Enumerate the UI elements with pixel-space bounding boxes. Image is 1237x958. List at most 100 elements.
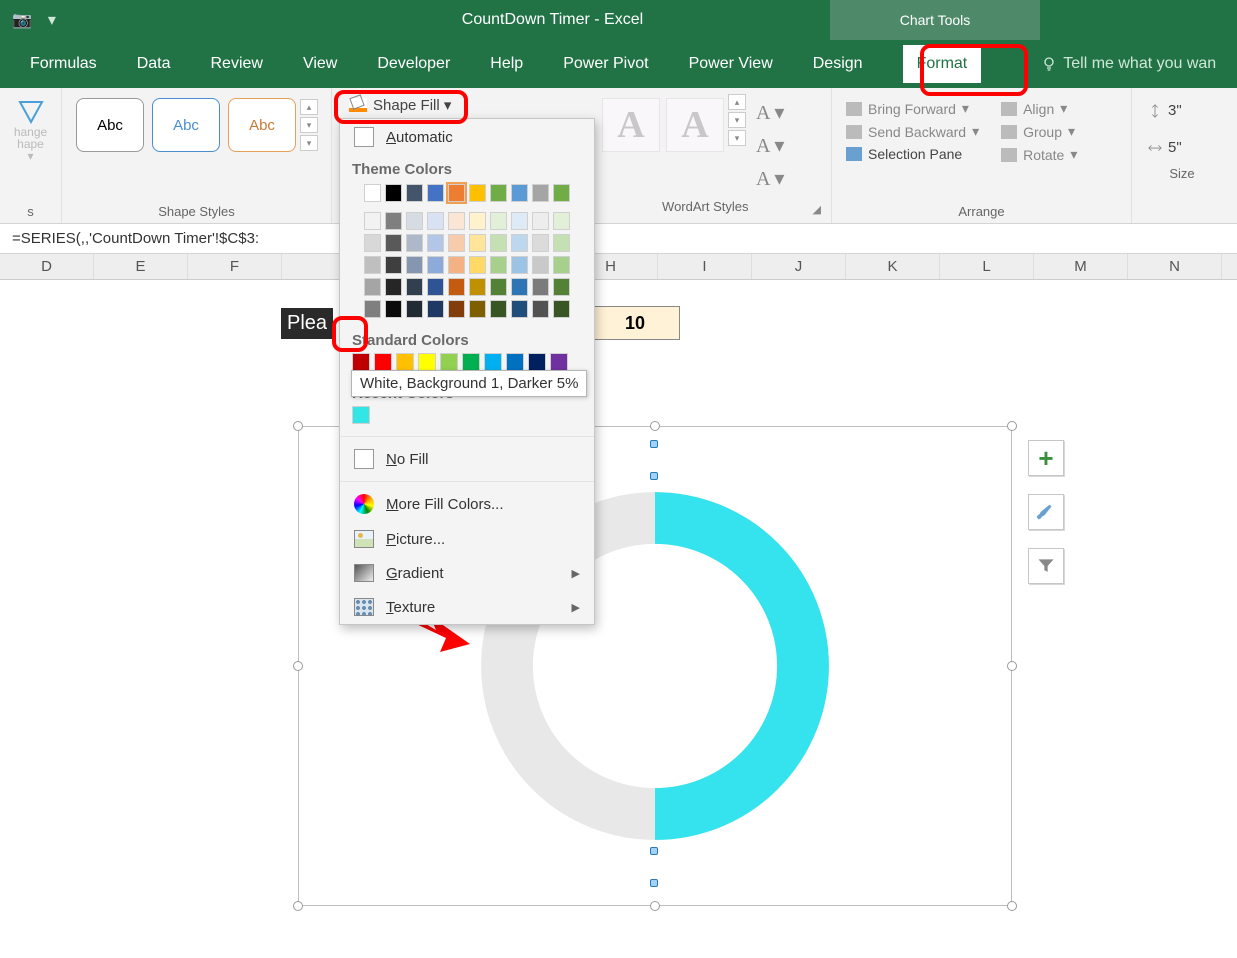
- resize-handle[interactable]: [293, 901, 303, 911]
- color-swatch[interactable]: [406, 212, 423, 230]
- worksheet-area[interactable]: Plea 10 +: [0, 280, 1237, 958]
- shape-width-input[interactable]: 5": [1148, 139, 1216, 156]
- color-swatch[interactable]: [511, 234, 528, 252]
- shape-height-input[interactable]: 3": [1148, 102, 1216, 119]
- color-swatch[interactable]: [553, 184, 570, 202]
- color-swatch[interactable]: [553, 278, 570, 296]
- wordart-dialog-launcher-icon[interactable]: ◢: [813, 203, 821, 216]
- color-swatch[interactable]: [553, 212, 570, 230]
- color-swatch[interactable]: [532, 300, 549, 318]
- color-swatch[interactable]: [385, 212, 402, 230]
- tab-power-view[interactable]: Power View: [689, 51, 773, 77]
- color-swatch[interactable]: [374, 353, 392, 371]
- shape-fill-button[interactable]: Shape Fill ▾: [341, 92, 461, 118]
- cell-countdown-value[interactable]: 10: [590, 306, 680, 340]
- shape-style-1[interactable]: Abc: [76, 98, 144, 152]
- more-fill-colors[interactable]: More Fill Colors...: [340, 486, 594, 522]
- datapoint-handle[interactable]: [650, 879, 658, 887]
- color-swatch[interactable]: [490, 300, 507, 318]
- color-swatch[interactable]: [532, 212, 549, 230]
- color-swatch[interactable]: [385, 234, 402, 252]
- color-swatch[interactable]: [550, 353, 568, 371]
- color-swatch[interactable]: [490, 212, 507, 230]
- text-effects-button[interactable]: A ▾: [750, 166, 790, 191]
- color-swatch[interactable]: [364, 278, 381, 296]
- col-E[interactable]: E: [94, 254, 188, 279]
- color-swatch[interactable]: [553, 234, 570, 252]
- color-swatch[interactable]: [469, 278, 486, 296]
- change-shape-button[interactable]: hangehape ▾: [10, 94, 51, 166]
- color-swatch[interactable]: [427, 278, 444, 296]
- wordart-scroll[interactable]: ▴▾▾: [728, 94, 748, 146]
- text-outline-button[interactable]: A ▾: [750, 133, 790, 158]
- resize-handle[interactable]: [293, 661, 303, 671]
- col-K[interactable]: K: [846, 254, 940, 279]
- color-swatch[interactable]: [469, 300, 486, 318]
- color-swatch[interactable]: [448, 234, 465, 252]
- color-swatch[interactable]: [406, 184, 423, 202]
- color-swatch[interactable]: [406, 300, 423, 318]
- column-headers[interactable]: D E F H I J K L M N: [0, 254, 1237, 280]
- color-swatch[interactable]: [490, 184, 507, 202]
- resize-handle[interactable]: [1007, 421, 1017, 431]
- resize-handle[interactable]: [1007, 901, 1017, 911]
- color-swatch[interactable]: [462, 353, 480, 371]
- tab-review[interactable]: Review: [210, 51, 262, 77]
- color-swatch[interactable]: [490, 256, 507, 274]
- doughnut-slice-2[interactable]: [655, 518, 803, 814]
- selection-pane-button[interactable]: Selection Pane: [846, 146, 979, 162]
- color-swatch[interactable]: [385, 184, 402, 202]
- resize-handle[interactable]: [650, 901, 660, 911]
- color-swatch[interactable]: [490, 234, 507, 252]
- shape-style-2[interactable]: Abc: [152, 98, 220, 152]
- color-swatch[interactable]: [448, 300, 465, 318]
- color-swatch[interactable]: [532, 234, 549, 252]
- col-F[interactable]: F: [188, 254, 282, 279]
- color-swatch[interactable]: [418, 353, 436, 371]
- qat-dropdown-icon[interactable]: ▾: [48, 10, 56, 30]
- camera-icon[interactable]: 📷: [12, 10, 32, 30]
- color-swatch[interactable]: [427, 212, 444, 230]
- datapoint-handle[interactable]: [650, 472, 658, 480]
- color-swatch[interactable]: [469, 212, 486, 230]
- color-swatch[interactable]: [440, 353, 458, 371]
- col-L[interactable]: L: [940, 254, 1034, 279]
- color-swatch[interactable]: [364, 184, 381, 202]
- chart-filters-button[interactable]: [1028, 548, 1064, 584]
- bring-forward-button[interactable]: Bring Forward ▾: [846, 100, 979, 117]
- color-swatch[interactable]: [406, 278, 423, 296]
- chart-styles-button[interactable]: [1028, 494, 1064, 530]
- color-swatch[interactable]: [448, 256, 465, 274]
- rotate-button[interactable]: Rotate ▾: [1001, 146, 1077, 163]
- formula-bar[interactable]: =SERIES(,,'CountDown Timer'!$C$3:: [0, 224, 1237, 254]
- color-swatch[interactable]: [364, 212, 381, 230]
- color-swatch[interactable]: [532, 184, 549, 202]
- color-swatch[interactable]: [385, 256, 402, 274]
- gallery-scroll[interactable]: ▴▾▾: [300, 99, 320, 151]
- send-backward-button[interactable]: Send Backward ▾: [846, 123, 979, 140]
- tell-me-search[interactable]: Tell me what you wan: [1041, 55, 1216, 73]
- tab-format[interactable]: Format: [903, 45, 982, 83]
- color-swatch[interactable]: [427, 234, 444, 252]
- color-swatch[interactable]: [448, 278, 465, 296]
- color-swatch[interactable]: [553, 300, 570, 318]
- tab-data[interactable]: Data: [137, 51, 171, 77]
- resize-handle[interactable]: [293, 421, 303, 431]
- fill-automatic[interactable]: Automatic: [340, 119, 594, 155]
- color-swatch[interactable]: [406, 256, 423, 274]
- color-swatch[interactable]: [528, 353, 546, 371]
- color-swatch[interactable]: [364, 256, 381, 274]
- color-swatch[interactable]: [396, 353, 414, 371]
- color-swatch[interactable]: [490, 278, 507, 296]
- color-swatch[interactable]: [364, 234, 381, 252]
- color-swatch[interactable]: [364, 300, 381, 318]
- color-swatch[interactable]: [511, 300, 528, 318]
- fill-picture[interactable]: Picture...: [340, 522, 594, 556]
- color-swatch[interactable]: [469, 234, 486, 252]
- col-I[interactable]: I: [658, 254, 752, 279]
- color-swatch[interactable]: [532, 256, 549, 274]
- color-swatch[interactable]: [427, 256, 444, 274]
- color-swatch[interactable]: [506, 353, 524, 371]
- color-swatch[interactable]: [427, 184, 444, 202]
- color-swatch[interactable]: [385, 278, 402, 296]
